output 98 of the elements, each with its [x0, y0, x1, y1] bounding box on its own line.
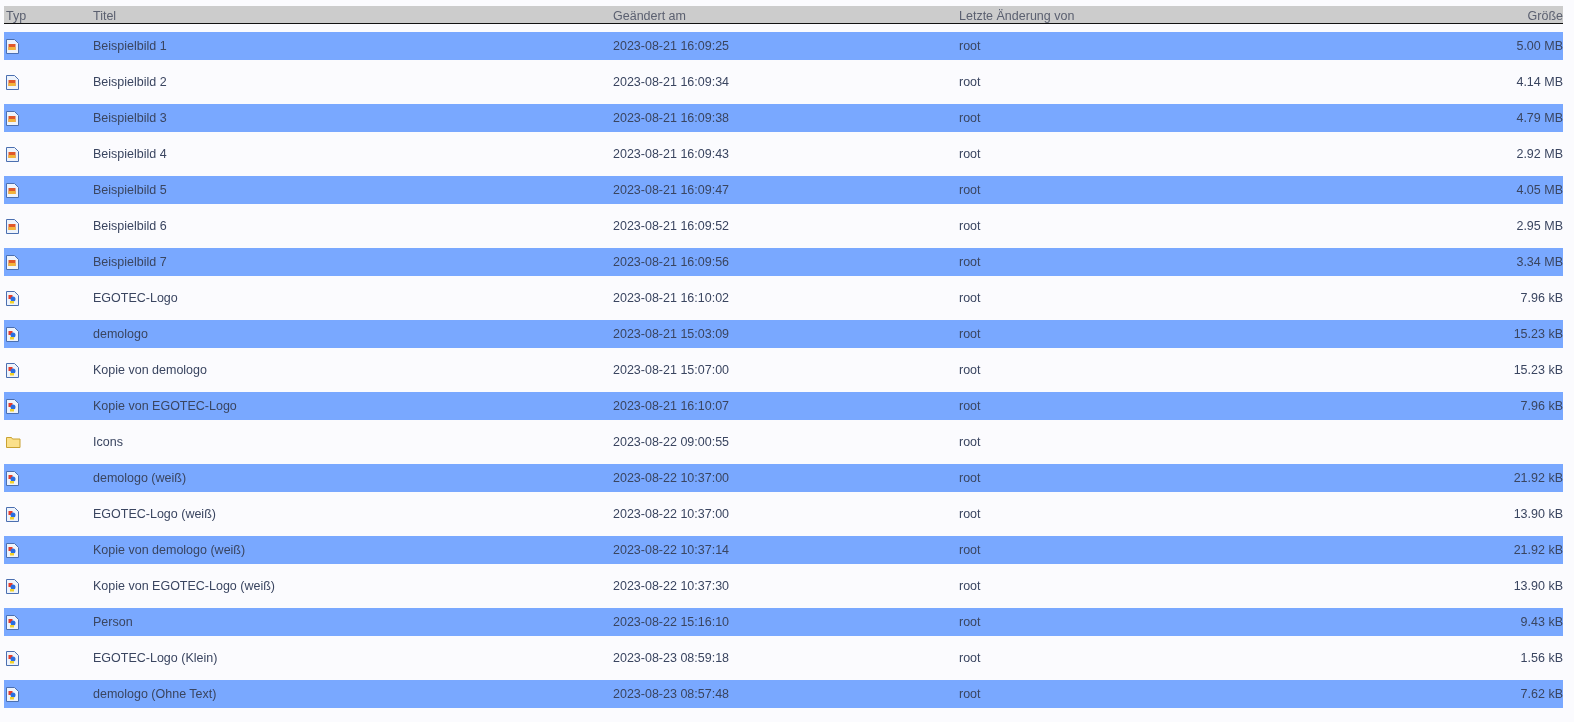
file-title[interactable]: Beispielbild 7 [93, 255, 167, 269]
modified-by: root [959, 291, 981, 305]
modified-date: 2023-08-21 16:09:25 [613, 39, 730, 53]
image-file-icon [6, 146, 19, 162]
file-size: 7.96 kB [1520, 399, 1563, 413]
modified-date: 2023-08-21 16:09:56 [613, 255, 730, 269]
modified-by: root [959, 183, 981, 197]
modified-by: root [959, 615, 981, 629]
image-file-icon [6, 614, 19, 630]
file-title[interactable]: Kopie von EGOTEC-Logo [93, 399, 237, 413]
modified-by: root [959, 543, 981, 557]
image-file-icon [6, 218, 19, 234]
file-size: 4.14 MB [1516, 75, 1563, 89]
file-size: 7.62 kB [1520, 687, 1563, 701]
image-file-icon [6, 38, 19, 54]
file-size: 4.79 MB [1516, 111, 1563, 125]
column-header[interactable]: Größe [1527, 9, 1563, 23]
modified-date: 2023-08-21 16:09:34 [613, 75, 730, 89]
modified-by: root [959, 75, 981, 89]
column-header[interactable]: Titel [93, 9, 117, 23]
modified-date: 2023-08-22 10:37:00 [613, 507, 730, 521]
file-title[interactable]: Beispielbild 1 [93, 39, 167, 53]
file-size: 13.90 kB [1513, 579, 1563, 593]
folder-icon [6, 436, 21, 448]
modified-date: 2023-08-21 16:09:38 [613, 111, 730, 125]
file-title[interactable]: demologo (weiß) [93, 471, 187, 485]
column-header[interactable]: Typ [6, 9, 27, 23]
file-title[interactable]: EGOTEC-Logo (Klein) [93, 651, 218, 665]
modified-date: 2023-08-23 08:57:48 [613, 687, 730, 701]
file-title[interactable]: EGOTEC-Logo [93, 291, 178, 305]
file-size: 9.43 kB [1520, 615, 1563, 629]
image-file-icon [6, 398, 19, 414]
modified-date: 2023-08-23 08:59:18 [613, 651, 730, 665]
image-file-icon [6, 290, 19, 306]
modified-date: 2023-08-22 10:37:14 [613, 543, 730, 557]
modified-by: root [959, 39, 981, 53]
modified-date: 2023-08-21 16:10:02 [613, 291, 730, 305]
file-size: 2.95 MB [1516, 219, 1563, 233]
column-header[interactable]: Geändert am [613, 9, 686, 23]
modified-by: root [959, 435, 981, 449]
file-size: 15.23 kB [1513, 327, 1563, 341]
file-size: 4.05 MB [1516, 183, 1563, 197]
modified-by: root [959, 111, 981, 125]
image-file-icon [6, 650, 19, 666]
file-title[interactable]: Kopie von EGOTEC-Logo (weiß) [93, 579, 275, 593]
image-file-icon [6, 110, 19, 126]
modified-by: root [959, 255, 981, 269]
file-size: 21.92 kB [1513, 543, 1563, 557]
file-title[interactable]: Beispielbild 5 [93, 183, 167, 197]
file-title[interactable]: demologo (Ohne Text) [93, 687, 217, 701]
modified-date: 2023-08-22 10:37:30 [613, 579, 730, 593]
modified-date: 2023-08-21 16:09:47 [613, 183, 730, 197]
modified-date: 2023-08-22 09:00:55 [613, 435, 730, 449]
modified-by: root [959, 219, 981, 233]
file-size: 15.23 kB [1513, 363, 1563, 377]
file-title[interactable]: Beispielbild 3 [93, 111, 167, 125]
image-file-icon [6, 254, 19, 270]
image-file-icon [6, 578, 19, 594]
modified-date: 2023-08-22 15:16:10 [613, 615, 730, 629]
file-size: 21.92 kB [1513, 471, 1563, 485]
file-title[interactable]: Beispielbild 6 [93, 219, 167, 233]
file-size: 3.34 MB [1516, 255, 1563, 269]
modified-date: 2023-08-22 10:37:00 [613, 471, 730, 485]
file-size: 2.92 MB [1516, 147, 1563, 161]
modified-by: root [959, 399, 981, 413]
modified-by: root [959, 147, 981, 161]
image-file-icon [6, 686, 19, 702]
image-file-icon [6, 74, 19, 90]
modified-date: 2023-08-21 15:07:00 [613, 363, 730, 377]
modified-by: root [959, 327, 981, 341]
file-title[interactable]: Beispielbild 2 [93, 75, 167, 89]
file-size: 5.00 MB [1516, 39, 1563, 53]
file-size: 1.56 kB [1520, 651, 1563, 665]
file-title[interactable]: Beispielbild 4 [93, 147, 167, 161]
image-file-icon [6, 362, 19, 378]
file-title[interactable]: Kopie von demologo (weiß) [93, 543, 246, 557]
modified-date: 2023-08-21 16:09:43 [613, 147, 730, 161]
image-file-icon [6, 542, 19, 558]
file-title[interactable]: Kopie von demologo [93, 363, 207, 377]
modified-by: root [959, 579, 981, 593]
modified-date: 2023-08-21 16:09:52 [613, 219, 730, 233]
file-title[interactable]: Person [93, 615, 133, 629]
image-file-icon [6, 470, 19, 486]
file-title[interactable]: demologo [93, 327, 148, 341]
image-file-icon [6, 182, 19, 198]
file-size: 13.90 kB [1513, 507, 1563, 521]
modified-by: root [959, 651, 981, 665]
image-file-icon [6, 506, 19, 522]
modified-by: root [959, 363, 981, 377]
modified-by: root [959, 471, 981, 485]
image-file-icon [6, 326, 19, 342]
modified-date: 2023-08-21 16:10:07 [613, 399, 730, 413]
modified-date: 2023-08-21 15:03:09 [613, 327, 730, 341]
file-title[interactable]: Icons [93, 435, 123, 449]
modified-by: root [959, 687, 981, 701]
modified-by: root [959, 507, 981, 521]
file-title[interactable]: EGOTEC-Logo (weiß) [93, 507, 216, 521]
file-size: 7.96 kB [1520, 291, 1563, 305]
